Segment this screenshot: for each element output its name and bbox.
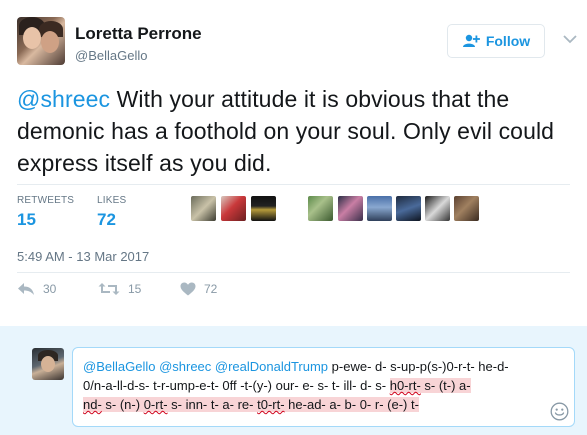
reply-input[interactable]: @BellaGello @shreec @realDonaldTrump p-e… (72, 347, 575, 427)
reply-highlight: nd- s- (n-) 0-rt- s- inn- t- a- re- t0-r… (83, 397, 419, 412)
smiley-icon[interactable] (550, 402, 569, 421)
retweet-icon (98, 283, 120, 295)
user-avatar (32, 348, 64, 380)
author-handle[interactable]: @BellaGello (75, 48, 147, 63)
misspelled-word: h0-rt- (389, 378, 421, 393)
retweets-stat[interactable]: RETWEETS 15 (17, 195, 74, 230)
reply-text-2: s- (t-) a- (420, 378, 471, 393)
reply-text-4: s- inn- t- a- re- (167, 397, 258, 412)
like-action[interactable]: 72 (180, 282, 217, 296)
liker-avatar[interactable] (308, 196, 333, 221)
reply-highlight: h0-rt- s- (t-) a- (389, 378, 471, 393)
divider (17, 272, 570, 273)
reply-icon (18, 283, 34, 295)
liker-avatar[interactable] (251, 196, 276, 221)
liker-avatar[interactable] (454, 196, 479, 221)
reply-action[interactable]: 30 (17, 282, 56, 296)
misspelled-word: 0-rt- (143, 397, 168, 412)
follow-label: Follow (485, 33, 531, 49)
reply-text-5: he-ad- a- b- 0- r- (e-) t- (284, 397, 419, 412)
follow-button[interactable]: Follow (447, 24, 545, 58)
tweet-timestamp[interactable]: 5:49 AM - 13 Mar 2017 (17, 249, 149, 264)
reply-text-3: s- (n-) (101, 397, 144, 412)
retweet-action[interactable]: 15 (98, 282, 141, 296)
tweet-card: Loretta Perrone @BellaGello Follow @shre… (0, 0, 587, 326)
liker-avatar[interactable] (425, 196, 450, 221)
likes-stat[interactable]: LIKES 72 (97, 195, 126, 230)
liker-avatar[interactable] (221, 196, 246, 221)
tweet-text: @shreec With your attitude it is obvious… (17, 83, 577, 179)
liker-avatar[interactable] (191, 196, 216, 221)
heart-icon (180, 282, 196, 296)
liker-avatar[interactable] (396, 196, 421, 221)
add-user-icon (462, 34, 480, 47)
reply-mentions: @BellaGello @shreec @realDonaldTrump (83, 359, 329, 374)
chevron-down-icon[interactable] (563, 34, 577, 44)
liker-avatar[interactable] (367, 196, 392, 221)
retweets-label: RETWEETS (17, 195, 75, 206)
likes-count: 72 (97, 210, 116, 229)
reply-count: 30 (43, 282, 57, 296)
misspelled-word: t0-rt- (257, 397, 285, 412)
like-count: 72 (204, 282, 218, 296)
likes-label: LIKES (97, 195, 127, 206)
divider (17, 184, 570, 185)
tweet-mention[interactable]: @shreec (17, 86, 110, 112)
misspelled-word: nd- (83, 397, 102, 412)
retweets-count: 15 (17, 210, 36, 229)
liker-avatar[interactable] (338, 196, 363, 221)
author-name[interactable]: Loretta Perrone (75, 24, 202, 44)
retweet-count: 15 (128, 282, 142, 296)
author-avatar[interactable] (17, 17, 65, 65)
